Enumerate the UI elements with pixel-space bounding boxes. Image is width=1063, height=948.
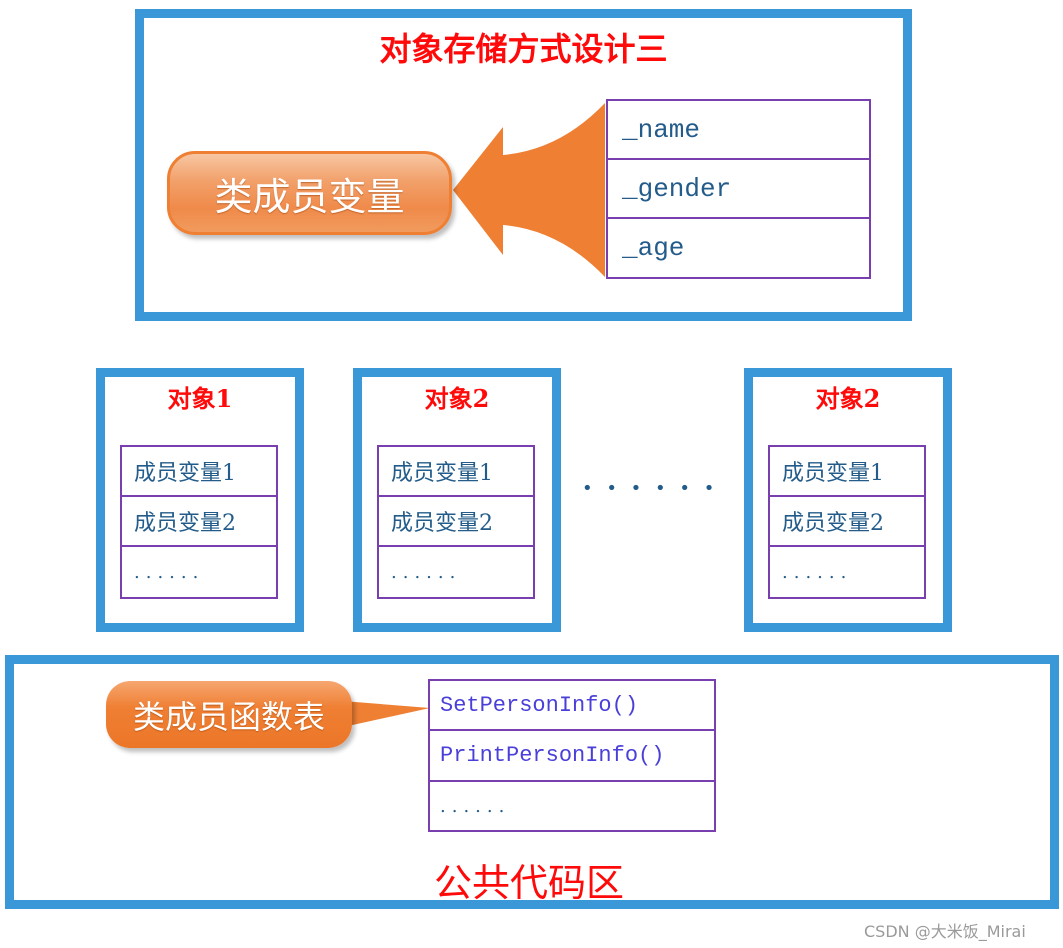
bubble-label: 类成员变量 — [214, 174, 405, 219]
object-member-row: 成员变量2 — [379, 497, 533, 547]
function-row-set-person-info: SetPersonInfo() — [430, 681, 714, 731]
member-row-name: _name — [608, 101, 869, 160]
object-member-row: 成员变量2 — [122, 497, 276, 547]
object-member-row: 成员变量1 — [770, 447, 924, 497]
function-row-print-person-info: PrintPersonInfo() — [430, 731, 714, 782]
class-member-variables-bubble: 类成员变量 — [167, 151, 452, 235]
object-members-table: 成员变量1 成员变量2 ...... — [377, 445, 535, 599]
object-box-3: 对象2 成员变量1 成员变量2 ...... — [744, 368, 952, 632]
storage-design-title: 对象存储方式设计三 — [379, 30, 668, 68]
member-row-age: _age — [622, 233, 685, 263]
object-member-row-ellipsis: ...... — [134, 561, 205, 583]
object-member-row-ellipsis: ...... — [391, 561, 462, 583]
bubble-label: 类成员函数表 — [132, 697, 325, 736]
pointing-arrow — [453, 103, 605, 277]
member-variables-table: _name _gender _age — [606, 99, 871, 279]
csdn-watermark: CSDN @大米饭_Mirai — [864, 922, 1026, 941]
object-title: 对象2 — [815, 384, 881, 413]
object-member-row: 成员变量2 — [770, 497, 924, 547]
object-title: 对象2 — [424, 384, 490, 413]
arrow-shape — [453, 103, 605, 277]
object-box-1: 对象1 成员变量1 成员变量2 ...... — [96, 368, 304, 632]
object-title: 对象1 — [167, 384, 233, 413]
member-functions-table: SetPersonInfo() PrintPersonInfo() ...... — [428, 679, 716, 832]
public-code-area-title: 公共代码区 — [434, 861, 625, 905]
object-members-table: 成员变量1 成员变量2 ...... — [120, 445, 278, 599]
member-row-gender: _gender — [608, 160, 869, 219]
objects-ellipsis: • • • • • • — [582, 478, 719, 499]
object-members-table: 成员变量1 成员变量2 ...... — [768, 445, 926, 599]
function-row-ellipsis: ...... — [440, 795, 511, 817]
object-member-row-ellipsis: ...... — [782, 561, 853, 583]
object-box-2: 对象2 成员变量1 成员变量2 ...... — [353, 368, 561, 632]
class-member-functions-bubble: 类成员函数表 — [106, 681, 352, 748]
object-member-row: 成员变量1 — [379, 447, 533, 497]
object-member-row: 成员变量1 — [122, 447, 276, 497]
